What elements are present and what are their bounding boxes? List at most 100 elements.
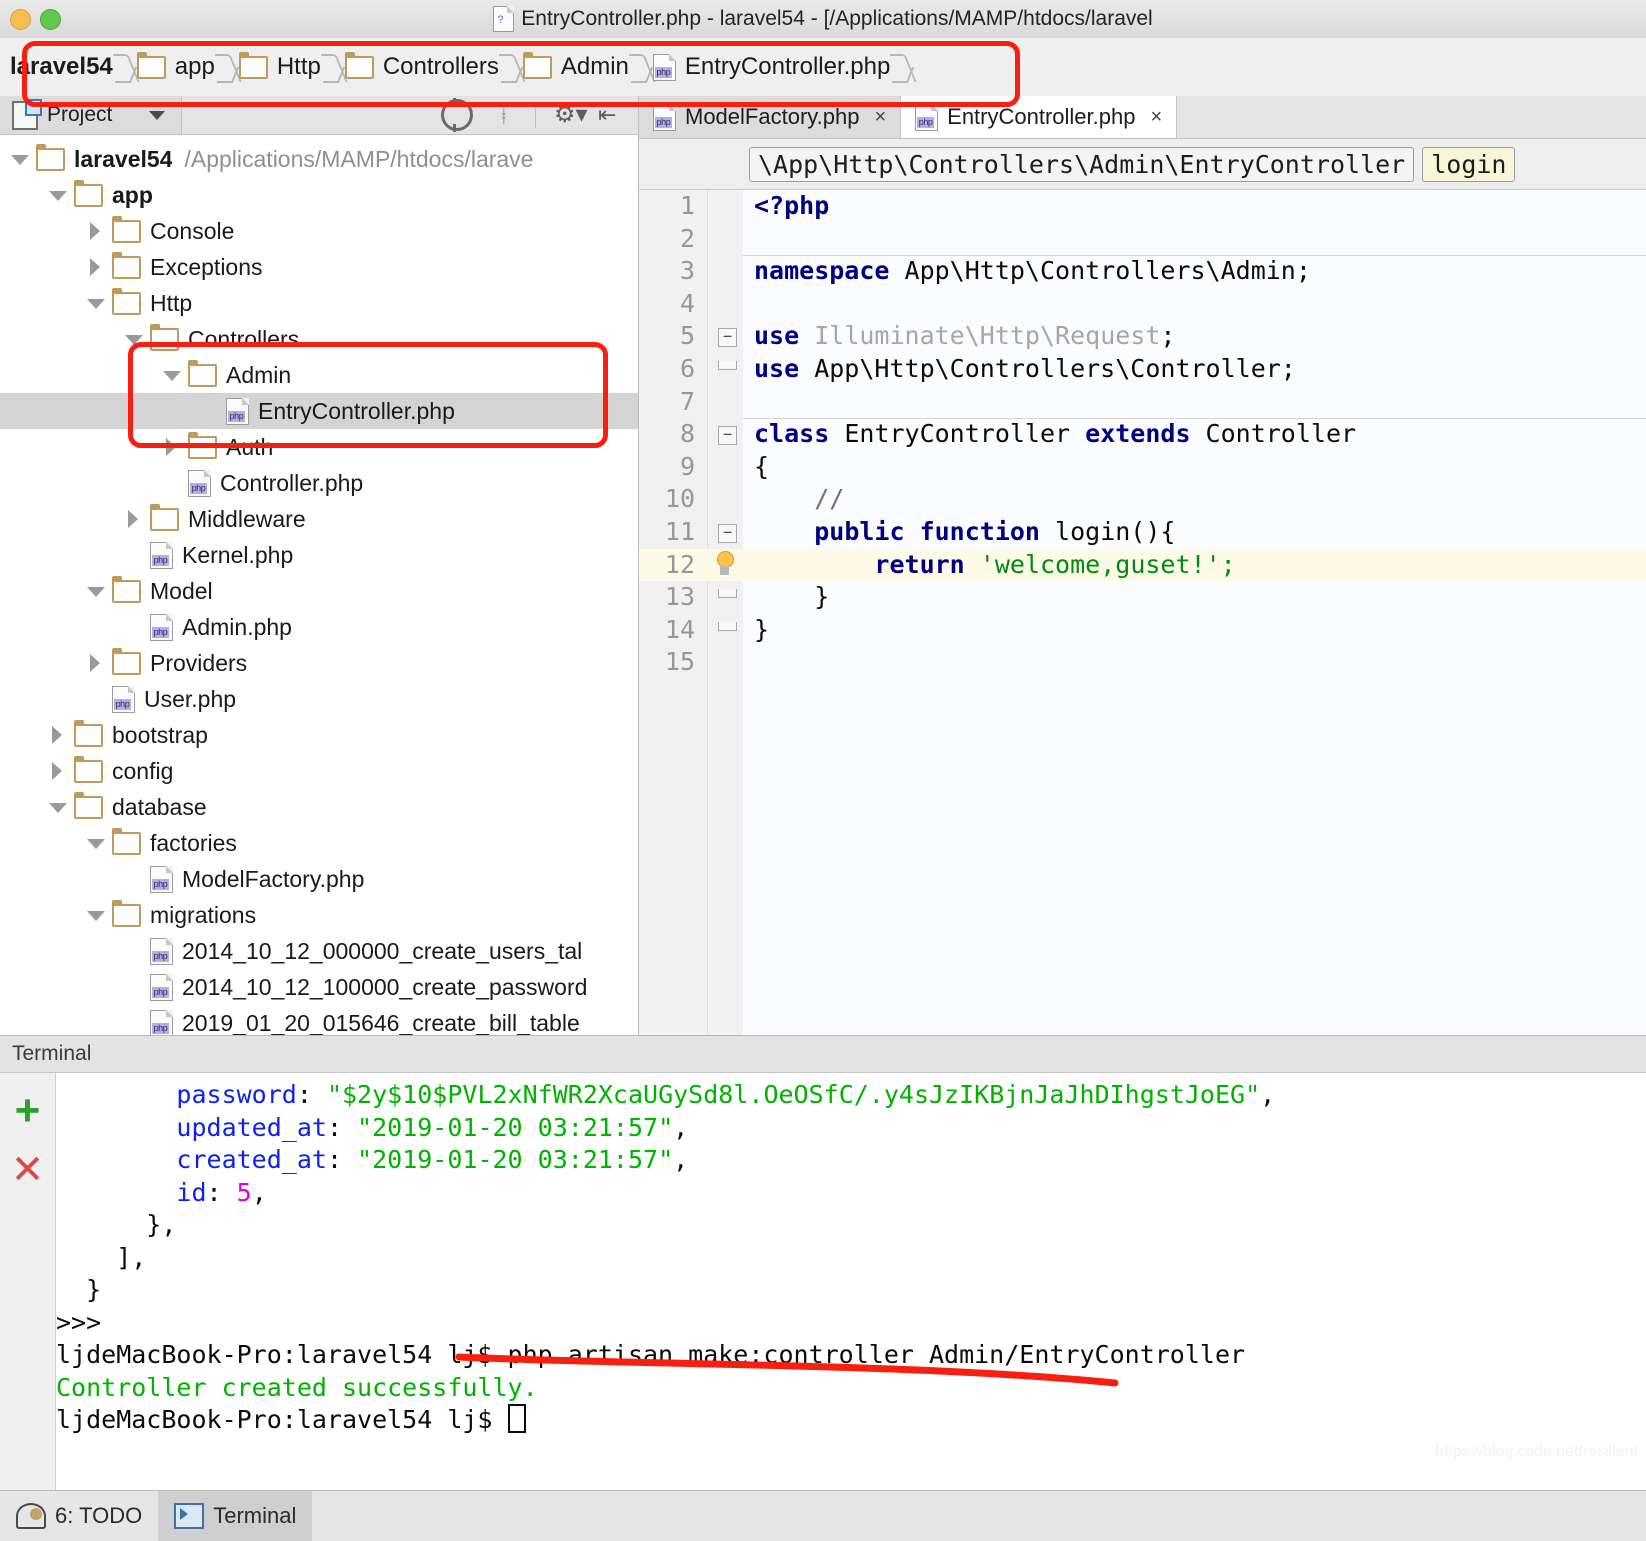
chevron-right-icon[interactable] (86, 257, 106, 277)
terminal-body: + ✕ password: "$2y$10$PVL2xNfWR2XcaUGySd… (0, 1073, 1646, 1492)
tree-item[interactable]: php 2019_01_20_015646_create_bill_table (0, 1005, 638, 1035)
chevron-right-icon[interactable] (48, 725, 68, 745)
tree-item[interactable]: php User.php (0, 681, 638, 717)
tree-item[interactable]: Exceptions (0, 249, 638, 285)
tree-item[interactable]: php 2014_10_12_100000_create_password (0, 969, 638, 1005)
code-line[interactable]: 13 } (639, 581, 1646, 614)
code-line[interactable]: 9{ (639, 451, 1646, 484)
php-file-icon: php (150, 865, 173, 893)
tree-item[interactable]: Admin (0, 357, 638, 393)
tree-item[interactable]: Http (0, 285, 638, 321)
code-text: <?php (754, 190, 829, 223)
status-item-todo[interactable]: 6: TODO (0, 1491, 158, 1541)
tree-item[interactable]: config (0, 753, 638, 789)
tree-item[interactable]: database (0, 789, 638, 825)
code-line[interactable]: 7 (639, 386, 1646, 419)
breadcrumb[interactable]: laravel54 app Http Controllers Admin php… (0, 38, 1646, 97)
status-item-terminal[interactable]: Terminal (158, 1491, 313, 1541)
fold-end-icon[interactable] (718, 589, 737, 599)
tree-item[interactable]: factories (0, 825, 638, 861)
add-tab-icon[interactable]: + (15, 1089, 41, 1133)
code-line[interactable]: 6 use App\Http\Controllers\Controller; (639, 353, 1646, 386)
fold-end-icon[interactable] (718, 621, 737, 631)
code-line[interactable]: 8 − class EntryController extends Controll… (639, 418, 1646, 451)
terminal-output[interactable]: password: "$2y$10$PVL2xNfWR2XcaUGySd8l.O… (56, 1073, 1646, 1492)
code-line[interactable]: 5 − use Illuminate\Http\Request; (639, 320, 1646, 353)
close-icon[interactable]: × (1150, 106, 1162, 129)
code-line[interactable]: 3 namespace App\Http\Controllers\Admin; (639, 255, 1646, 288)
tree-item[interactable]: migrations (0, 897, 638, 933)
fold-collapse-icon[interactable]: − (718, 523, 737, 543)
breadcrumb-item-http[interactable]: Http (237, 51, 323, 81)
close-tab-icon[interactable]: ✕ (11, 1150, 45, 1190)
structure-breadcrumb[interactable]: \App\Http\Controllers\Admin\EntryControl… (639, 139, 1646, 190)
collapse-all-icon[interactable]: ↓ ↑ (491, 102, 517, 128)
chevron-down-icon[interactable] (86, 833, 106, 853)
tree-item[interactable]: laravel54/Applications/MAMP/htdocs/larav… (0, 141, 638, 177)
intention-bulb-icon[interactable] (713, 550, 737, 579)
chevron-right-icon[interactable] (48, 761, 68, 781)
tree-item[interactable]: php 2014_10_12_000000_create_users_tal (0, 933, 638, 969)
code-line[interactable]: 12 return 'welcome,guset!'; (639, 548, 1646, 582)
code-line[interactable]: 1 <?php (639, 190, 1646, 223)
chevron-right-icon[interactable] (124, 509, 144, 529)
breadcrumb-item-entrycontroller[interactable]: php EntryController.php (651, 53, 892, 81)
tree-item[interactable]: bootstrap (0, 717, 638, 753)
fold-collapse-icon[interactable]: − (718, 426, 737, 446)
chevron-right-icon[interactable] (86, 221, 106, 241)
chevron-right-icon[interactable] (162, 437, 182, 457)
breadcrumb-item-app[interactable]: app (135, 51, 217, 81)
chevron-down-icon[interactable] (86, 581, 106, 601)
todo-icon (16, 1503, 46, 1529)
code-line[interactable]: 10 // (639, 483, 1646, 516)
code-line[interactable]: 2 (639, 223, 1646, 256)
code-line[interactable]: 11 − public function login(){ (639, 516, 1646, 549)
tree-item[interactable]: php ModelFactory.php (0, 861, 638, 897)
chevron-down-icon[interactable] (86, 905, 106, 925)
tab-modelfactory[interactable]: php ModelFactory.php × (639, 96, 902, 138)
chevron-right-icon[interactable] (86, 653, 106, 673)
settings-gear-icon[interactable]: ⚙▾ (554, 102, 588, 128)
chevron-down-icon[interactable] (10, 149, 30, 169)
tree-item-label: Exceptions (150, 253, 263, 280)
tree-item[interactable]: php Kernel.php (0, 537, 638, 573)
code-line[interactable]: 14} (639, 614, 1646, 647)
tree-item[interactable]: Providers (0, 645, 638, 681)
chevron-down-icon[interactable] (48, 185, 68, 205)
code-token: App\Http\Controllers\Admin; (889, 256, 1311, 286)
tree-item[interactable]: Auth (0, 429, 638, 465)
tree-item[interactable]: Model (0, 573, 638, 609)
tree-item[interactable]: Middleware (0, 501, 638, 537)
chevron-down-icon[interactable] (48, 797, 68, 817)
tree-item[interactable]: php Admin.php (0, 609, 638, 645)
breadcrumb-item-admin[interactable]: Admin (521, 51, 631, 81)
code-line[interactable]: 15 (639, 646, 1646, 679)
tree-item[interactable]: Console (0, 213, 638, 249)
tree-item[interactable]: php EntryController.php (0, 393, 638, 429)
structure-crumb-class[interactable]: \App\Http\Controllers\Admin\EntryControl… (749, 146, 1415, 182)
fold-end-icon[interactable] (718, 360, 737, 370)
code-line[interactable]: 4 (639, 288, 1646, 321)
locate-icon[interactable] (441, 98, 473, 132)
php-badge: php (228, 410, 245, 422)
close-icon[interactable]: × (874, 106, 886, 129)
tab-entrycontroller[interactable]: php EntryController.php × (901, 96, 1178, 138)
project-tab[interactable]: Project (0, 96, 183, 134)
chevron-down-icon[interactable] (86, 293, 106, 313)
project-tree[interactable]: laravel54/Applications/MAMP/htdocs/larav… (0, 135, 638, 1035)
tree-item[interactable]: Controllers (0, 321, 638, 357)
chevron-down-icon[interactable] (124, 329, 144, 349)
structure-crumb-method[interactable]: login (1422, 146, 1516, 182)
fold-collapse-icon[interactable]: − (718, 328, 737, 348)
tree-item[interactable]: app (0, 177, 638, 213)
hide-panel-icon[interactable]: ⇤ (598, 102, 624, 128)
terminal-token: }, (56, 1210, 177, 1239)
breadcrumb-item-laravel54[interactable]: laravel54 (4, 53, 115, 81)
breadcrumb-item-controllers[interactable]: Controllers (343, 51, 501, 81)
chevron-down-icon[interactable] (162, 365, 182, 385)
tree-item[interactable]: php Controller.php (0, 465, 638, 501)
code-area[interactable]: 1 <?php 2 3 namespace App\Http\Controllers\A… (639, 190, 1646, 1036)
terminal-header: Terminal (0, 1035, 1646, 1073)
chevron-down-icon[interactable] (149, 110, 166, 120)
